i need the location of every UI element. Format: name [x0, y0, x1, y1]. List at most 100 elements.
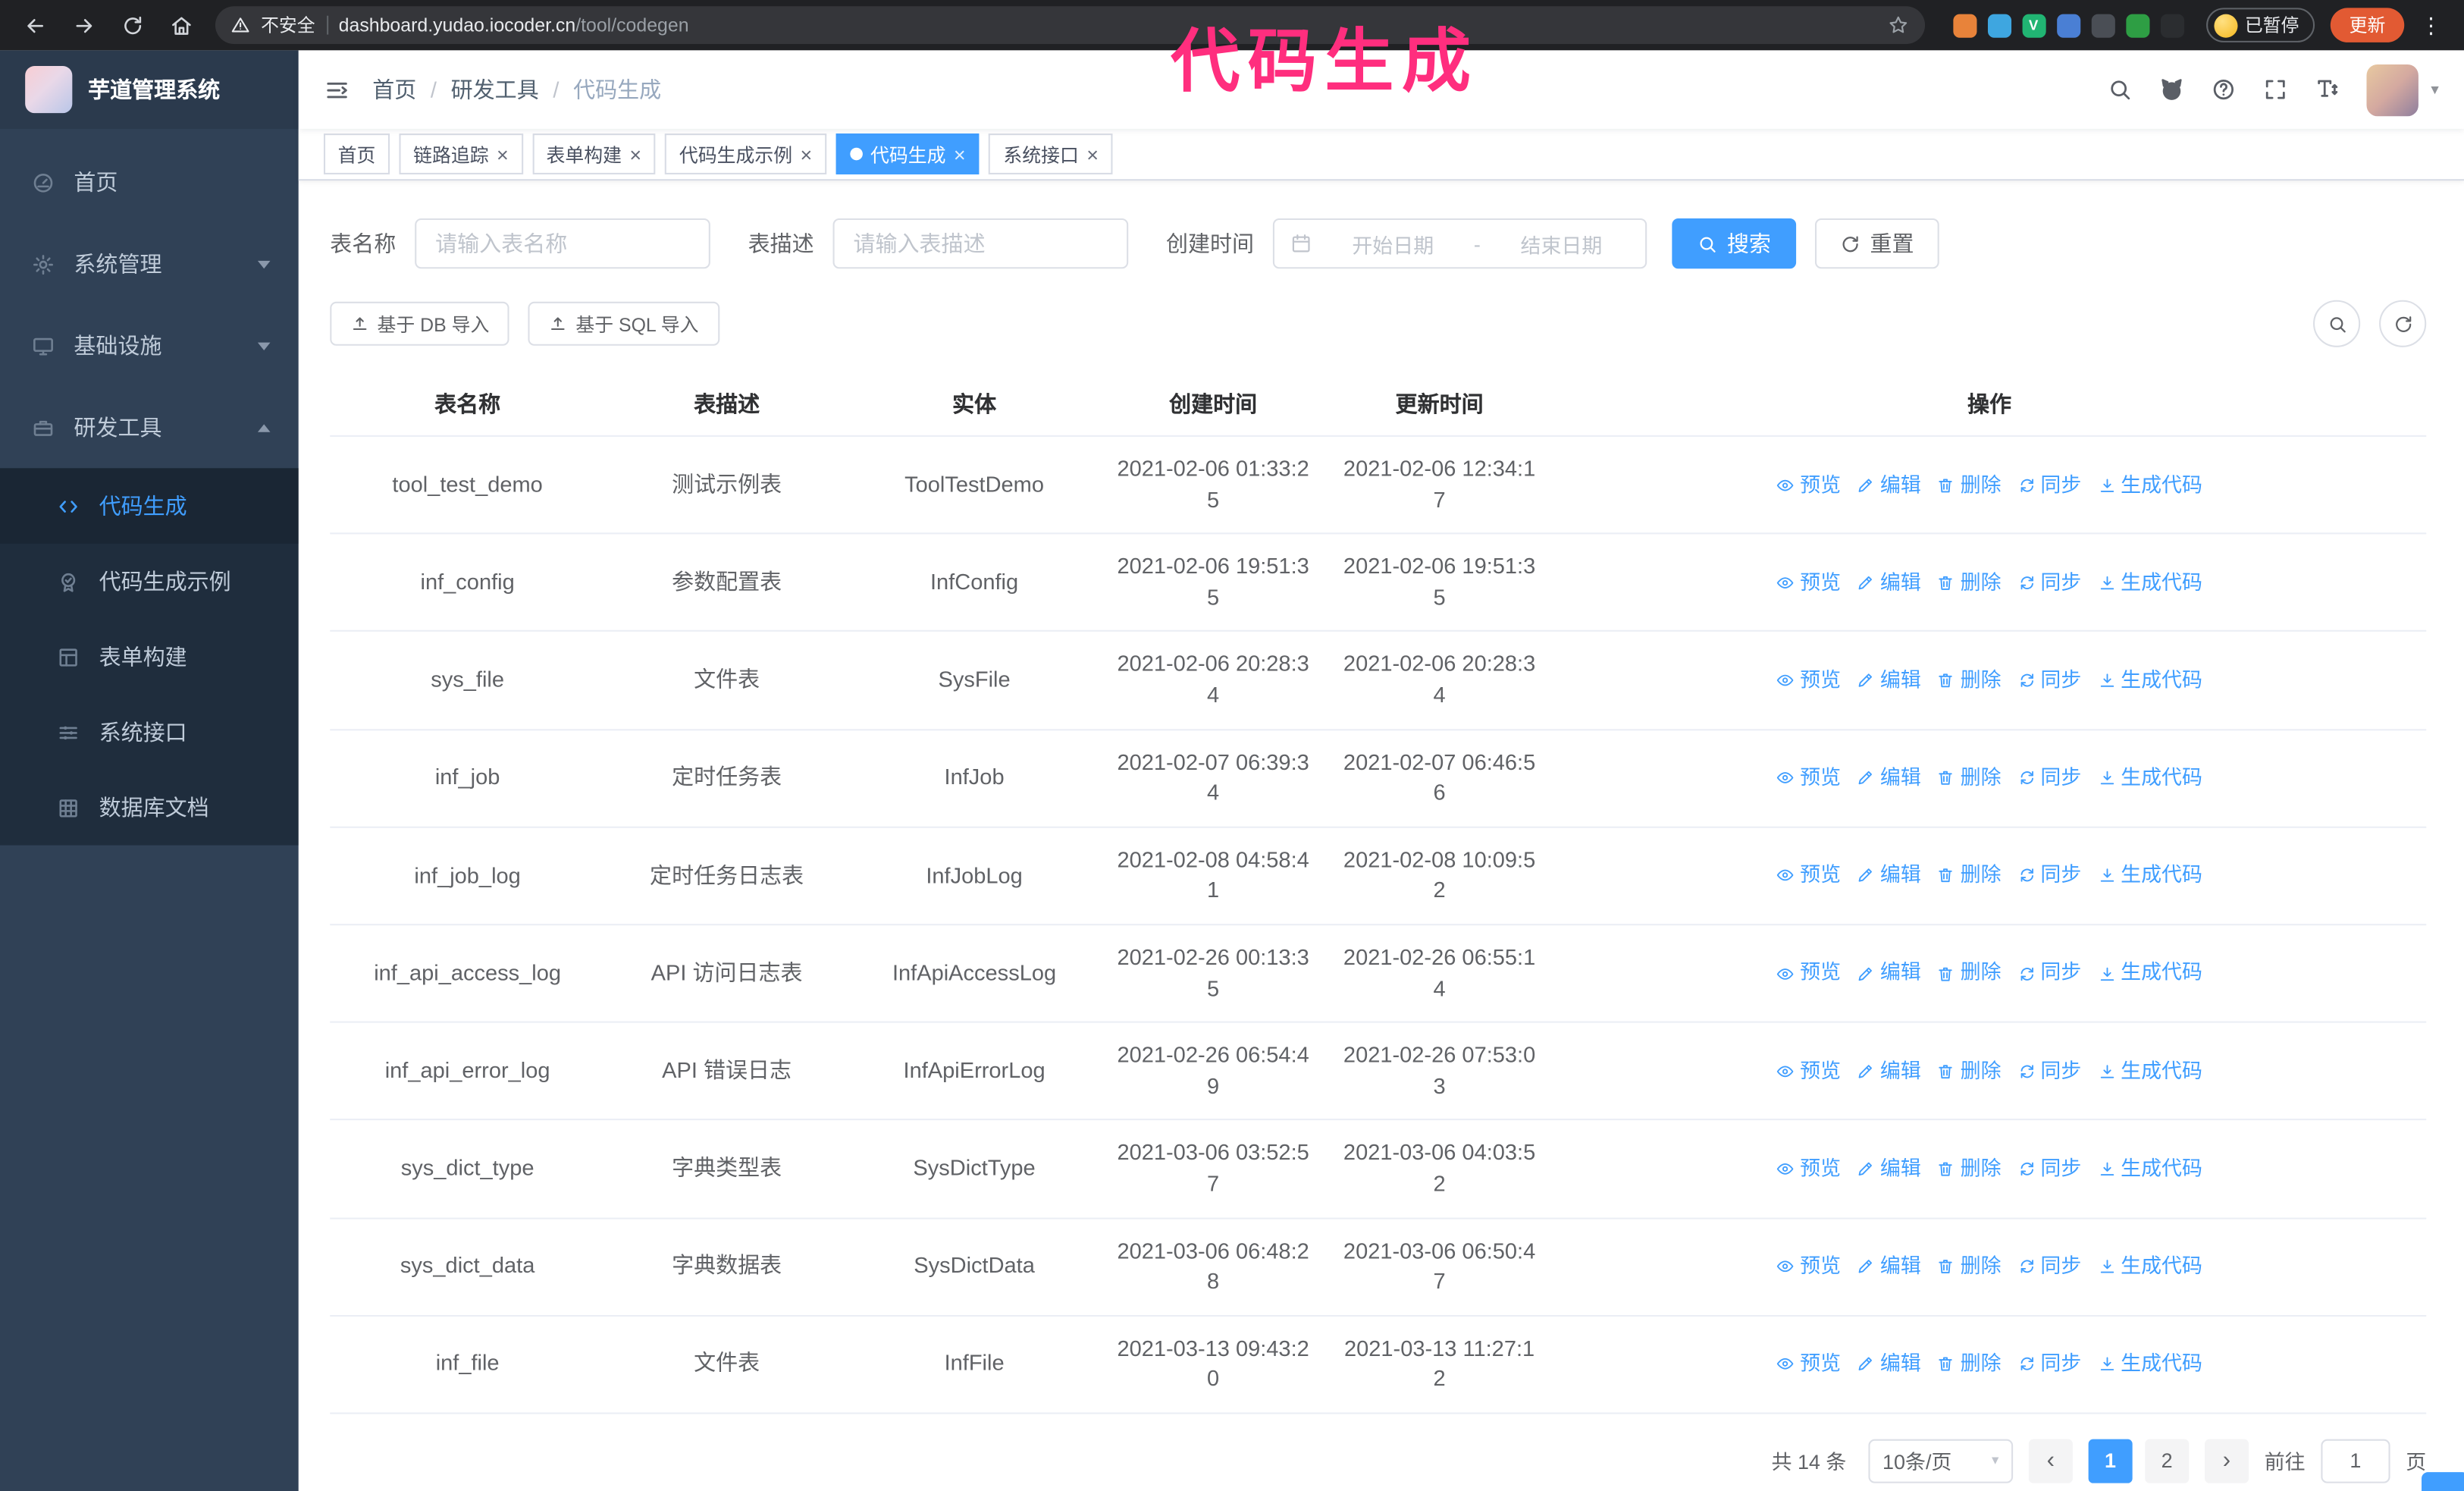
- delete-link[interactable]: 删除: [1937, 666, 2002, 695]
- next-page-button[interactable]: ›: [2204, 1439, 2249, 1483]
- refresh-table-button[interactable]: [2379, 300, 2427, 347]
- generate-code-link[interactable]: 生成代码: [2097, 568, 2202, 597]
- preview-link[interactable]: 预览: [1776, 568, 1841, 597]
- preview-link[interactable]: 预览: [1776, 666, 1841, 695]
- sidebar-menu-item[interactable]: 系统管理: [0, 223, 299, 305]
- preview-link[interactable]: 预览: [1776, 959, 1841, 988]
- reset-button[interactable]: 重置: [1814, 218, 1939, 269]
- preview-link[interactable]: 预览: [1776, 1252, 1841, 1281]
- page-size-select[interactable]: 10条/页 ▾: [1868, 1439, 2014, 1483]
- edit-link[interactable]: 编辑: [1857, 862, 1921, 890]
- edit-link[interactable]: 编辑: [1857, 1056, 1921, 1085]
- extension-leaf-icon[interactable]: [2125, 13, 2149, 37]
- page-button-1[interactable]: 1: [2088, 1439, 2133, 1483]
- browser-menu-icon[interactable]: ⋮: [2414, 12, 2449, 39]
- recording-paused-badge[interactable]: 已暂停: [2205, 8, 2315, 42]
- generate-code-link[interactable]: 生成代码: [2097, 470, 2202, 499]
- tab[interactable]: 链路追踪 ×: [399, 133, 523, 174]
- sidebar-submenu-item[interactable]: 代码生成示例: [0, 544, 299, 619]
- breadcrumb-item[interactable]: 首页: [372, 74, 416, 105]
- sync-link[interactable]: 同步: [2017, 666, 2081, 695]
- sidebar-submenu-item[interactable]: 表单构建: [0, 619, 299, 694]
- edit-link[interactable]: 编辑: [1857, 666, 1921, 695]
- tab-close-icon[interactable]: ×: [801, 144, 813, 165]
- sync-link[interactable]: 同步: [2017, 862, 2081, 890]
- hamburger-icon[interactable]: [324, 76, 350, 102]
- edit-link[interactable]: 编辑: [1857, 764, 1921, 793]
- preview-link[interactable]: 预览: [1776, 470, 1841, 499]
- generate-code-link[interactable]: 生成代码: [2097, 1252, 2202, 1281]
- preview-link[interactable]: 预览: [1776, 1350, 1841, 1379]
- sync-link[interactable]: 同步: [2017, 1252, 2081, 1281]
- github-icon[interactable]: [2159, 77, 2184, 102]
- import-db-button[interactable]: 基于 DB 导入: [330, 301, 510, 346]
- preview-link[interactable]: 预览: [1776, 1154, 1841, 1183]
- back-to-top-button[interactable]: [2422, 1472, 2464, 1491]
- generate-code-link[interactable]: 生成代码: [2097, 764, 2202, 793]
- delete-link[interactable]: 删除: [1937, 1154, 2002, 1183]
- edit-link[interactable]: 编辑: [1857, 568, 1921, 597]
- tab-close-icon[interactable]: ×: [629, 144, 641, 165]
- sync-link[interactable]: 同步: [2017, 1154, 2081, 1183]
- sidebar-submenu-item[interactable]: 代码生成: [0, 468, 299, 544]
- sidebar-submenu-item[interactable]: 数据库文档: [0, 770, 299, 845]
- browser-update-button[interactable]: 更新: [2330, 8, 2405, 42]
- edit-link[interactable]: 编辑: [1857, 1350, 1921, 1379]
- bookmark-star-icon[interactable]: [1886, 14, 1908, 36]
- sync-link[interactable]: 同步: [2017, 959, 2081, 988]
- table-desc-input[interactable]: [832, 218, 1129, 269]
- delete-link[interactable]: 删除: [1937, 470, 2002, 499]
- browser-forward-button[interactable]: [64, 6, 102, 44]
- extension-vue-icon[interactable]: V: [2021, 13, 2045, 37]
- sidebar-menu-item[interactable]: 基础设施: [0, 305, 299, 387]
- date-range-picker[interactable]: 开始日期 - 结束日期: [1272, 218, 1647, 269]
- extension-proxy-icon[interactable]: [2090, 13, 2114, 37]
- delete-link[interactable]: 删除: [1937, 862, 2002, 890]
- preview-link[interactable]: 预览: [1776, 862, 1841, 890]
- toggle-search-button[interactable]: [2313, 300, 2361, 347]
- breadcrumb-item[interactable]: 研发工具: [451, 74, 539, 105]
- sync-link[interactable]: 同步: [2017, 1056, 2081, 1085]
- tab-close-icon[interactable]: ×: [1086, 144, 1099, 165]
- delete-link[interactable]: 删除: [1937, 959, 2002, 988]
- delete-link[interactable]: 删除: [1937, 1252, 2002, 1281]
- tab[interactable]: 首页: [323, 133, 390, 174]
- tab[interactable]: 系统接口 ×: [989, 133, 1113, 174]
- tab[interactable]: 代码生成 ×: [835, 133, 980, 174]
- extension-drop-icon[interactable]: [1986, 13, 2011, 37]
- browser-reload-button[interactable]: [113, 6, 151, 44]
- sync-link[interactable]: 同步: [2017, 1350, 2081, 1379]
- fullscreen-icon[interactable]: [2263, 77, 2288, 102]
- import-sql-button[interactable]: 基于 SQL 导入: [528, 301, 719, 346]
- delete-link[interactable]: 删除: [1937, 764, 2002, 793]
- browser-back-button[interactable]: [16, 6, 54, 44]
- generate-code-link[interactable]: 生成代码: [2097, 862, 2202, 890]
- font-size-icon[interactable]: [2315, 77, 2340, 102]
- avatar-caret-icon[interactable]: ▾: [2431, 81, 2438, 99]
- sidebar-menu-item[interactable]: 首页: [0, 141, 299, 223]
- tab-close-icon[interactable]: ×: [497, 144, 509, 165]
- extension-users-icon[interactable]: [2056, 13, 2080, 37]
- search-button[interactable]: 搜索: [1672, 218, 1797, 269]
- table-name-input[interactable]: [415, 218, 710, 269]
- tab[interactable]: 代码生成示例 ×: [665, 133, 826, 174]
- generate-code-link[interactable]: 生成代码: [2097, 1350, 2202, 1379]
- sync-link[interactable]: 同步: [2017, 470, 2081, 499]
- address-bar[interactable]: 不安全 dashboard.yudao.iocoder.cn/tool/code…: [215, 6, 1925, 45]
- goto-page-input[interactable]: [2321, 1439, 2390, 1483]
- generate-code-link[interactable]: 生成代码: [2097, 1056, 2202, 1085]
- sidebar-submenu-item[interactable]: 系统接口: [0, 695, 299, 770]
- generate-code-link[interactable]: 生成代码: [2097, 1154, 2202, 1183]
- sidebar-menu-item[interactable]: 研发工具: [0, 387, 299, 469]
- search-icon[interactable]: [2107, 77, 2132, 102]
- sync-link[interactable]: 同步: [2017, 764, 2081, 793]
- extension-fox-icon[interactable]: [1952, 13, 1977, 37]
- sync-link[interactable]: 同步: [2017, 568, 2081, 597]
- delete-link[interactable]: 删除: [1937, 1056, 2002, 1085]
- tab-close-icon[interactable]: ×: [954, 144, 966, 165]
- edit-link[interactable]: 编辑: [1857, 1154, 1921, 1183]
- delete-link[interactable]: 删除: [1937, 568, 2002, 597]
- extension-monkey-icon[interactable]: [2159, 13, 2184, 37]
- help-icon[interactable]: [2211, 77, 2236, 102]
- edit-link[interactable]: 编辑: [1857, 959, 1921, 988]
